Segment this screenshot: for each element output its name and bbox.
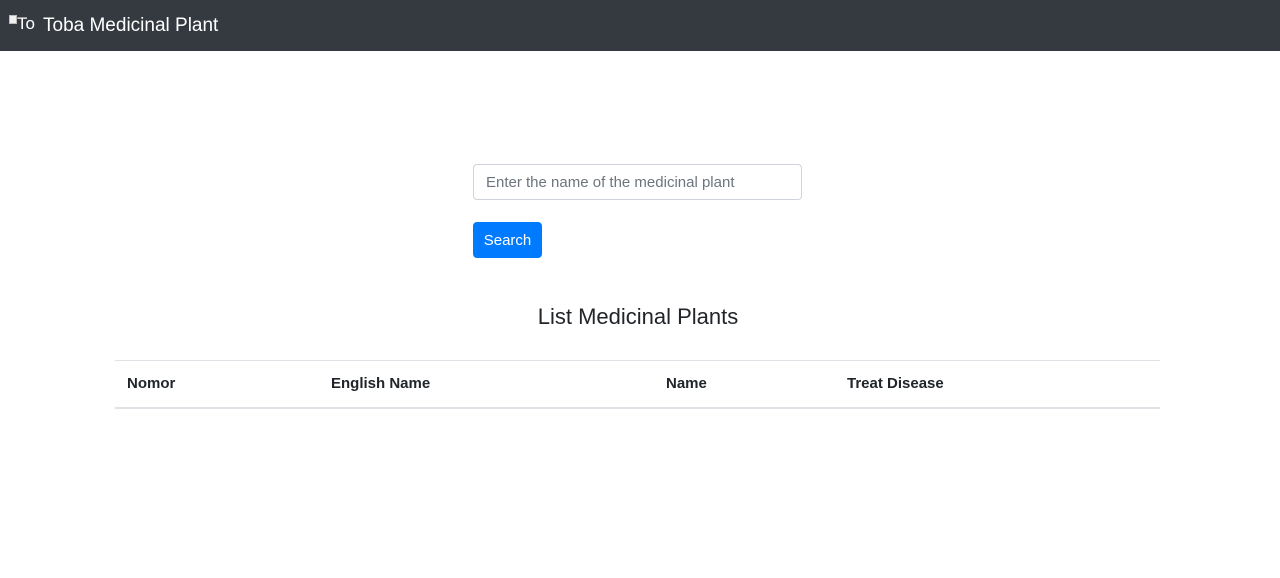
brand-logo-broken-image[interactable]: To: [9, 13, 37, 35]
table-header-row: Nomor English Name Name Treat Disease: [115, 360, 1160, 409]
search-button[interactable]: Search: [473, 222, 542, 258]
plant-search-input[interactable]: [473, 164, 802, 200]
broken-image-icon: [9, 14, 17, 24]
brand-name-link[interactable]: Toba Medicinal Plant: [43, 15, 218, 37]
plants-table: Nomor English Name Name Treat Disease: [115, 360, 1160, 409]
table-header: Nomor English Name Name Treat Disease: [115, 360, 1160, 409]
column-header-treat-disease: Treat Disease: [835, 360, 1160, 409]
plants-table-container: Nomor English Name Name Treat Disease: [115, 360, 1160, 409]
top-navbar: To Toba Medicinal Plant: [0, 0, 1280, 51]
column-header-name: Name: [654, 360, 835, 409]
page-title: List Medicinal Plants: [537, 304, 739, 329]
brand-logo-alt-text: To: [17, 13, 35, 33]
column-header-english-name: English Name: [319, 360, 654, 409]
column-header-nomor: Nomor: [115, 360, 319, 409]
